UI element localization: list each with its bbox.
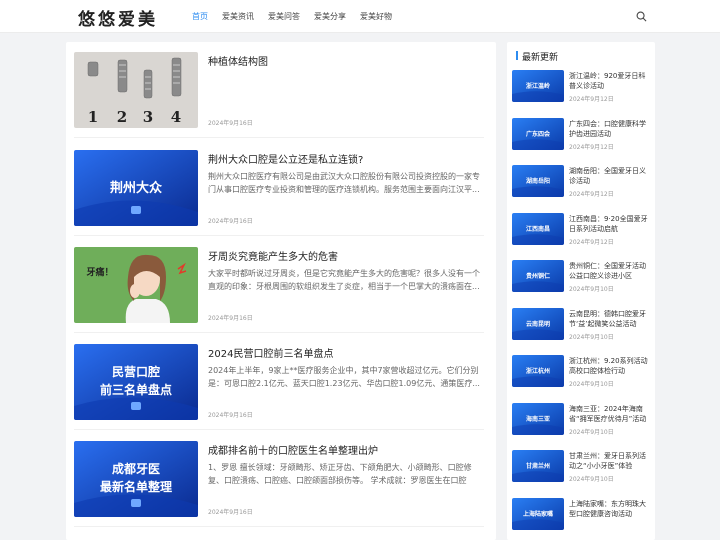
thumb-caption: 前三名单盘点	[100, 382, 172, 397]
sidebar-thumb-caption: 浙江杭州	[525, 368, 550, 375]
article-item[interactable]: 1 2 3 4 种植体结构图 2024年9月16日	[74, 52, 484, 138]
sidebar-item-date: 2024年9月10日	[569, 286, 614, 293]
sidebar-item[interactable]: 江西南昌 江西南昌：9·20全国爱牙日系列活动启航 2024年9月12日	[512, 212, 652, 253]
sidebar-item-date: 2024年9月12日	[569, 143, 614, 151]
sidebar-item[interactable]: 云南昆明 云南昆明：德韩口腔爱牙节‘益’起微笑公益活动 2024年9月10日	[512, 307, 652, 348]
thumb-caption: 最新名单整理	[100, 479, 172, 494]
sidebar-thumb-caption: 贵州铜仁	[525, 273, 550, 280]
sidebar-item-thumbnail[interactable]: 贵州铜仁	[512, 260, 564, 292]
article-excerpt: 2024年上半年，9家上**医疗服务企业中，其中7家营收超过亿元。它们分别是：可…	[208, 366, 480, 388]
sidebar-item-thumbnail[interactable]: 江西南昌	[512, 212, 564, 245]
article-thumbnail[interactable]: 荆州大众	[74, 150, 198, 226]
sidebar-item[interactable]: 甘肃兰州 甘肃兰州：爱牙日系列活动之“小小牙医”体验 2024年9月10日	[512, 450, 652, 490]
article-excerpt: 1、罗恩 擅长领域：牙颌畸形、矫正牙齿、下颌角肥大、小颌畸形、口腔修复、口腔溃疡…	[208, 463, 472, 485]
sidebar-thumb-caption: 江西南昌	[525, 225, 550, 233]
sidebar-item-thumbnail[interactable]: 湖南岳阳	[512, 165, 564, 197]
sidebar-item[interactable]: 海南三亚 海南三亚：2024年海南省“拥军医疗优待月”活动 2024年9月10日	[512, 402, 652, 443]
article-excerpt: 荆州大众口腔医疗有限公司是由武汉大众口腔股份有限公司投资控股的一家专门从事口腔医…	[208, 172, 480, 194]
sidebar-item-title[interactable]: 海南三亚：2024年海南省“拥军医疗优待月”活动	[569, 404, 649, 424]
article-title[interactable]: 牙周炎究竟能产生多大的危害	[208, 248, 338, 263]
site-logo[interactable]: 悠悠爱美	[78, 5, 158, 30]
main-nav: 首页 爱美资讯 爱美问答 爱美分享 爱美好物	[192, 11, 406, 22]
sidebar-item-title[interactable]: 江西南昌：9·20全国爱牙日系列活动启航	[569, 214, 649, 234]
article-item[interactable]: 荆州大众 荆州大众口腔是公立还是私立连锁? 荆州大众口腔医疗有限公司是由武汉大众…	[74, 150, 484, 236]
sidebar-item-thumbnail[interactable]: 云南昆明	[512, 307, 564, 340]
search-icon[interactable]	[636, 11, 647, 22]
sidebar-item-date: 2024年9月10日	[569, 381, 614, 388]
thumb-number: 4	[171, 108, 181, 126]
article-date: 2024年9月16日	[208, 120, 253, 127]
thumb-caption: 牙痛！	[86, 266, 113, 278]
article-date: 2024年9月16日	[208, 218, 253, 225]
article-thumbnail[interactable]: 1 2 3 4	[74, 52, 198, 128]
article-date: 2024年9月16日	[208, 412, 253, 419]
sidebar-item-thumbnail[interactable]: 海南三亚	[512, 402, 564, 435]
thumb-number: 1	[88, 108, 98, 126]
sidebar-item[interactable]: 上海陆家嘴 上海陆家嘴：东方明珠大型口腔健康咨询活动	[512, 497, 652, 538]
sidebar-thumb-caption: 浙江温岭	[525, 83, 550, 90]
thumb-caption: 民营口腔	[112, 364, 160, 379]
article-list: 1 2 3 4 种植体结构图 2024年9月16日 荆州大众 荆州大众口腔是公立…	[66, 42, 496, 540]
sidebar-item-thumbnail[interactable]: 广东四会	[512, 117, 564, 150]
article-thumbnail[interactable]: 民营口腔 前三名单盘点	[74, 344, 198, 420]
sidebar-item-title[interactable]: 贵州铜仁：全国爱牙活动公益口腔义诊进小区	[569, 261, 649, 281]
sidebar-item-title[interactable]: 湖南岳阳：全国爱牙日义诊活动	[569, 166, 649, 186]
article-title[interactable]: 种植体结构图	[208, 53, 268, 68]
nav-item-news[interactable]: 爱美资讯	[222, 11, 254, 22]
nav-item-home[interactable]: 首页	[192, 11, 208, 22]
thumb-number: 3	[143, 108, 153, 126]
article-item[interactable]: 成都牙医 最新名单整理 成都排名前十的口腔医生名单整理出炉 1、罗恩 擅长领域：…	[74, 441, 484, 527]
sidebar-item-thumbnail[interactable]: 上海陆家嘴	[512, 497, 564, 530]
sidebar-thumb-caption: 海南三亚	[525, 415, 550, 423]
thumb-caption: 荆州大众	[110, 180, 162, 196]
sidebar-thumb-caption: 云南昆明	[525, 320, 550, 328]
sidebar-thumb-caption: 上海陆家嘴	[522, 510, 553, 518]
article-excerpt: 大家平时都听说过牙周炎，但是它究竟能产生多大的危害呢？很多人没有一个直观的印象：…	[208, 269, 480, 291]
nav-item-goods[interactable]: 爱美好物	[360, 11, 392, 22]
sidebar-item[interactable]: 浙江杭州 浙江杭州：9.20系列活动高校口腔体检行动 2024年9月10日	[512, 355, 652, 395]
article-thumbnail[interactable]: 成都牙医 最新名单整理	[74, 441, 198, 517]
sidebar-item-date: 2024年9月12日	[569, 238, 614, 246]
article-item[interactable]: 民营口腔 前三名单盘点 2024民营口腔前三名单盘点 2024年上半年，9家上*…	[74, 344, 484, 430]
sidebar-item-title[interactable]: 上海陆家嘴：东方明珠大型口腔健康咨询活动	[569, 499, 649, 519]
sidebar-item-date: 2024年9月10日	[569, 476, 614, 483]
sidebar-item[interactable]: 贵州铜仁 贵州铜仁：全国爱牙活动公益口腔义诊进小区 2024年9月10日	[512, 260, 652, 300]
sidebar-thumb-caption: 广东四会	[525, 130, 550, 138]
thumb-caption: 成都牙医	[112, 461, 160, 476]
article-title[interactable]: 成都排名前十的口腔医生名单整理出炉	[208, 442, 378, 457]
sidebar-item-date: 2024年9月10日	[569, 428, 614, 436]
nav-item-qa[interactable]: 爱美问答	[268, 11, 300, 22]
sidebar-item-title[interactable]: 广东四会：口腔健康科学护齿进园活动	[569, 119, 649, 139]
sidebar-item-title[interactable]: 浙江杭州：9.20系列活动高校口腔体检行动	[569, 356, 649, 376]
sidebar-item[interactable]: 广东四会 广东四会：口腔健康科学护齿进园活动 2024年9月12日	[512, 117, 652, 158]
sidebar-item-thumbnail[interactable]: 浙江杭州	[512, 355, 564, 387]
sidebar-item[interactable]: 浙江温岭 浙江温岭：920爱牙日科普义诊活动 2024年9月12日	[512, 70, 652, 110]
sidebar-item[interactable]: 湖南岳阳 湖南岳阳：全国爱牙日义诊活动 2024年9月12日	[512, 165, 652, 205]
sidebar-title: 最新更新	[516, 50, 558, 63]
sidebar-item-title[interactable]: 甘肃兰州：爱牙日系列活动之“小小牙医”体验	[569, 451, 649, 471]
sidebar-item-thumbnail[interactable]: 浙江温岭	[512, 70, 564, 102]
sidebar-item-thumbnail[interactable]: 甘肃兰州	[512, 450, 564, 482]
sidebar-thumb-caption: 甘肃兰州	[525, 463, 550, 470]
sidebar-item-date: 2024年9月12日	[569, 191, 614, 198]
nav-item-share[interactable]: 爱美分享	[314, 11, 346, 22]
sidebar-item-title[interactable]: 云南昆明：德韩口腔爱牙节‘益’起微笑公益活动	[569, 309, 649, 329]
article-date: 2024年9月16日	[208, 509, 253, 516]
article-date: 2024年9月16日	[208, 315, 253, 322]
sidebar-item-title[interactable]: 浙江温岭：920爱牙日科普义诊活动	[569, 71, 649, 91]
thumb-number: 2	[117, 108, 127, 126]
sidebar-item-date: 2024年9月10日	[569, 333, 614, 341]
article-thumbnail[interactable]: 牙痛！	[74, 247, 198, 323]
article-item[interactable]: 牙痛！ 牙周炎究竟能产生多大的危害 大家平时都听说过牙周炎，但是它究竟能产生多大…	[74, 247, 484, 333]
latest-updates-sidebar: 最新更新 浙江温岭 浙江温岭：920爱牙日科普义诊活动 2024年9月12日 广东四会…	[507, 42, 655, 540]
sidebar-thumb-caption: 湖南岳阳	[525, 178, 550, 185]
article-title[interactable]: 2024民营口腔前三名单盘点	[208, 345, 333, 360]
article-title[interactable]: 荆州大众口腔是公立还是私立连锁?	[208, 151, 363, 166]
site-header: 悠悠爱美 首页 爱美资讯 爱美问答 爱美分享 爱美好物	[0, 0, 720, 33]
sidebar-item-date: 2024年9月12日	[569, 96, 614, 103]
